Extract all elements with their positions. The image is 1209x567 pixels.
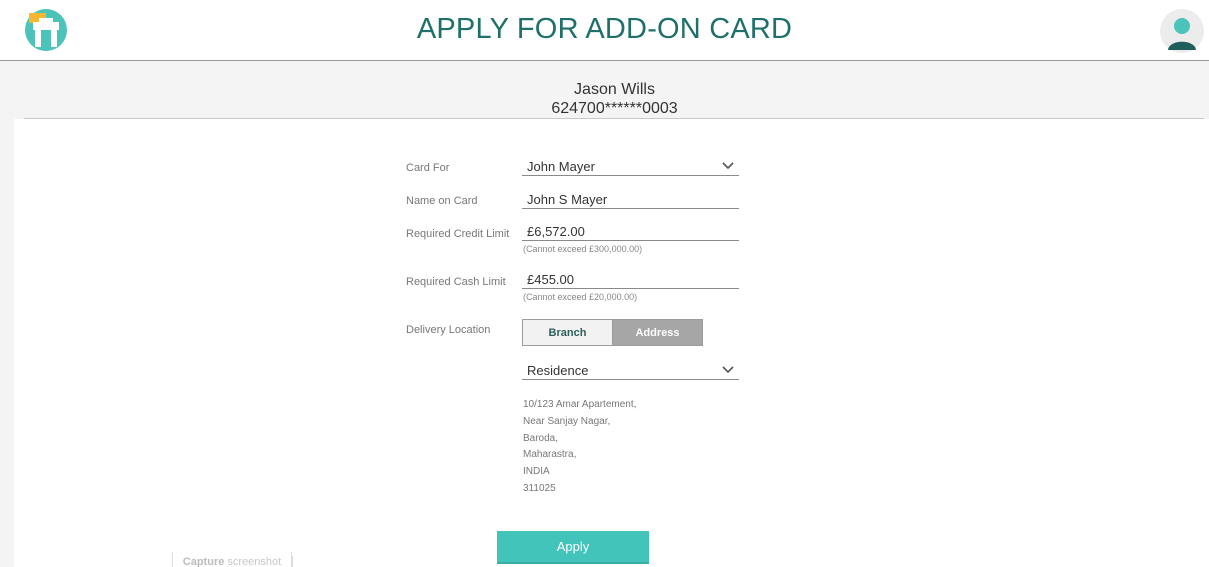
address-line: Baroda, <box>523 432 559 444</box>
address-line: INDIA <box>523 466 550 478</box>
divider <box>292 556 293 567</box>
address-line: Maharastra, <box>523 449 577 461</box>
name-on-card-input[interactable]: John S Mayer <box>522 188 739 209</box>
name-on-card-value: John S Mayer <box>527 192 608 207</box>
cash-limit-hint: (Cannot exceed £20,000.00) <box>523 292 638 302</box>
primary-card-number: 624700******0003 <box>551 100 678 117</box>
capture-label-bold: Capture <box>182 556 225 567</box>
credit-limit-hint: (Cannot exceed £300,000.00) <box>523 244 643 254</box>
capture-label-rest: screenshot <box>224 556 282 567</box>
delivery-location-toggle: Branch Address <box>522 319 703 346</box>
branch-option[interactable]: Branch <box>523 320 613 345</box>
card-for-label: Card For <box>406 162 450 174</box>
panel-edge <box>0 119 14 567</box>
address-line: 311025 <box>523 482 556 494</box>
card-holder-name: Jason Wills <box>574 81 655 98</box>
address-line: Near Sanjay Nagar, <box>523 415 611 427</box>
capture-screenshot-tab[interactable]: Capture screenshot <box>172 552 292 567</box>
address-line: 10/123 Amar Apartement, <box>523 399 637 410</box>
address-type-select[interactable]: Residence <box>522 359 739 380</box>
cash-limit-label: Required Cash Limit <box>406 276 506 288</box>
name-on-card-label: Name on Card <box>406 195 478 207</box>
apply-button[interactable]: Apply <box>497 531 649 564</box>
card-for-value: John Mayer <box>527 159 595 174</box>
cash-limit-value: £455.00 <box>527 272 574 287</box>
delivery-location-label: Delivery Location <box>406 324 491 336</box>
chevron-down-icon <box>722 162 734 170</box>
address-option[interactable]: Address <box>613 320 702 345</box>
address-type-value: Residence <box>527 363 589 378</box>
divider <box>24 118 1204 119</box>
cash-limit-input[interactable]: £455.00 <box>522 268 739 289</box>
credit-limit-value: £6,572.00 <box>527 224 585 239</box>
delivery-address: 10/123 Amar Apartement, Near Sanjay Naga… <box>523 397 636 498</box>
app-header: APPLY FOR ADD-ON CARD <box>0 0 1209 61</box>
credit-limit-label: Required Credit Limit <box>406 228 510 240</box>
card-for-select[interactable]: John Mayer <box>522 155 739 176</box>
user-avatar-icon[interactable] <box>1160 9 1204 53</box>
page-title: APPLY FOR ADD-ON CARD <box>416 13 793 45</box>
chevron-down-icon <box>722 366 734 374</box>
credit-limit-input[interactable]: £6,572.00 <box>522 220 739 241</box>
